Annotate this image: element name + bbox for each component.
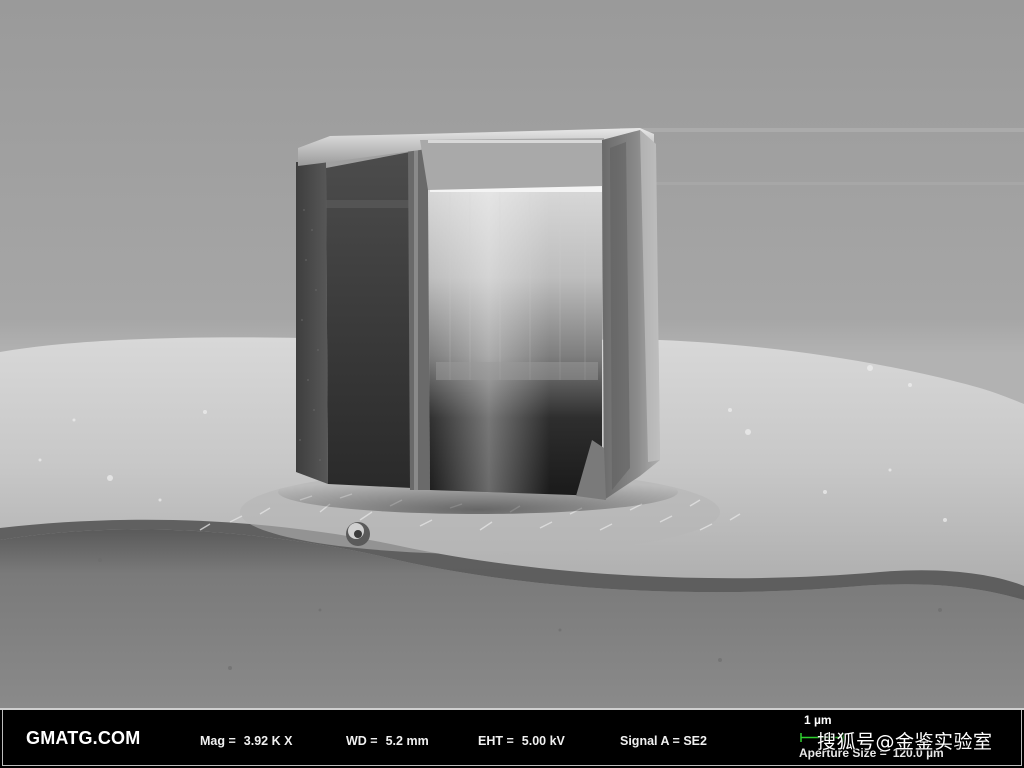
working-distance-value: 5.2 mm bbox=[385, 734, 429, 748]
sem-screen: GMATG.COM Mag = 3.92 K X WD = 5.2 mm EHT =… bbox=[0, 0, 1024, 768]
working-distance-readout: WD = 5.2 mm bbox=[346, 734, 429, 748]
watermark: 搜狐号@金鉴实验室 bbox=[817, 731, 993, 753]
magnification-value: 3.92 K X bbox=[243, 734, 293, 748]
signal-readout: Signal A = SE2 bbox=[620, 734, 707, 748]
signal-label: Signal A = bbox=[620, 734, 684, 748]
scale-bar-label: 1 µm bbox=[804, 713, 832, 727]
eht-readout: EHT = 5.00 kV bbox=[478, 734, 565, 748]
working-distance-label: WD = bbox=[346, 734, 378, 748]
eht-label: EHT = bbox=[478, 734, 514, 748]
lab-name: GMATG.COM bbox=[26, 728, 141, 748]
eht-value: 5.00 kV bbox=[521, 734, 565, 748]
sem-micrograph bbox=[0, 0, 1024, 708]
magnification-label: Mag = bbox=[200, 734, 236, 748]
magnification-readout: Mag = 3.92 K X bbox=[200, 734, 292, 748]
signal-value: SE2 bbox=[683, 734, 707, 748]
